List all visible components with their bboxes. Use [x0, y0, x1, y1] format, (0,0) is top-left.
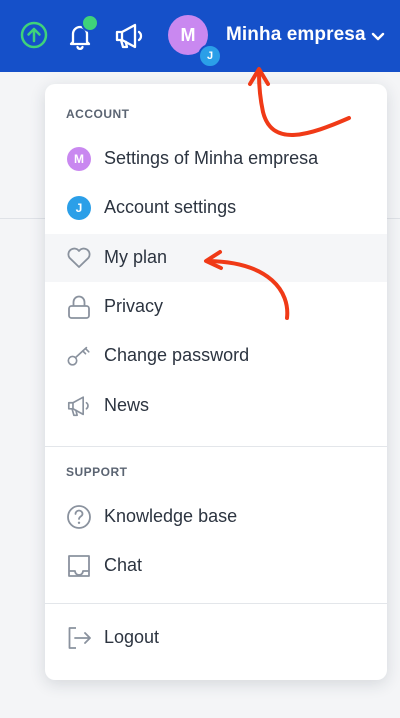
- section-title-support: SUPPORT: [66, 465, 128, 479]
- menu-item-label: My plan: [104, 247, 168, 267]
- section-title-account: ACCOUNT: [66, 107, 130, 121]
- menu-item-account-settings[interactable]: J Account settings: [45, 184, 387, 232]
- help-circle-icon: [66, 504, 92, 530]
- menu-divider: [45, 446, 387, 447]
- menu-item-label: Settings of Minha empresa: [104, 148, 319, 168]
- menu-item-label: Privacy: [104, 296, 164, 316]
- notification-dot: [81, 14, 99, 32]
- menu-item-my-plan[interactable]: My plan: [45, 234, 387, 282]
- heart-icon: [66, 245, 92, 271]
- logout-icon: [66, 625, 92, 651]
- megaphone-icon: [66, 393, 92, 419]
- lock-icon: [66, 294, 92, 320]
- menu-item-company-settings[interactable]: M Settings of Minha empresa: [45, 135, 387, 183]
- menu-item-label: Logout: [104, 627, 160, 647]
- menu-item-logout[interactable]: Logout: [45, 614, 387, 662]
- megaphone-icon[interactable]: [112, 18, 144, 52]
- user-avatar-icon: J: [66, 195, 92, 221]
- menu-item-privacy[interactable]: Privacy: [45, 283, 387, 331]
- menu-item-change-password[interactable]: Change password: [45, 332, 387, 380]
- top-bar: M J Minha empresa: [0, 0, 400, 72]
- menu-item-knowledge-base[interactable]: Knowledge base: [45, 493, 387, 541]
- menu-divider: [45, 603, 387, 604]
- account-dropdown-menu: ACCOUNT M Settings of Minha empresa J Ac…: [45, 84, 387, 680]
- menu-item-label: Account settings: [104, 197, 237, 217]
- key-icon: [66, 343, 92, 369]
- menu-item-chat[interactable]: Chat: [45, 542, 387, 590]
- chevron-down-icon[interactable]: [370, 28, 386, 49]
- menu-item-label: Chat: [104, 555, 143, 575]
- chat-icon: [66, 553, 92, 579]
- upload-circle-icon[interactable]: [18, 18, 50, 52]
- company-avatar-icon: M: [66, 146, 92, 172]
- menu-item-label: Change password: [104, 345, 250, 365]
- menu-item-news[interactable]: News: [45, 382, 387, 430]
- company-name[interactable]: Minha empresa: [226, 24, 366, 46]
- menu-item-label: News: [104, 395, 150, 415]
- avatar-user-badge: J: [198, 44, 222, 68]
- menu-item-label: Knowledge base: [104, 506, 238, 526]
